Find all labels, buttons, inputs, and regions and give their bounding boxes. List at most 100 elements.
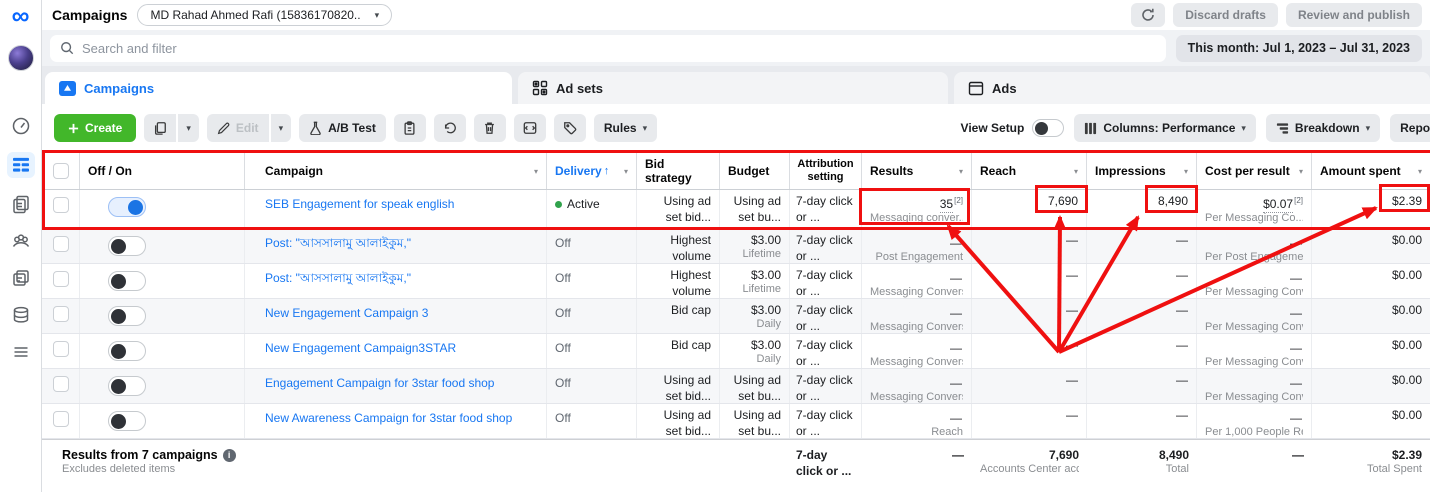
export-import-button[interactable] (514, 114, 546, 142)
reach-cell: — (972, 404, 1087, 438)
menu-icon[interactable] (10, 341, 32, 363)
header-campaign[interactable]: Campaign▾ (245, 153, 547, 189)
rules-button[interactable]: Rules▾ (594, 114, 657, 142)
campaign-toggle[interactable] (108, 341, 146, 361)
delete-button[interactable] (474, 114, 506, 142)
table-row: New Awareness Campaign for 3star food sh… (42, 404, 1430, 439)
breakdown-button[interactable]: Breakdown▾ (1266, 114, 1380, 142)
edit-caret-button[interactable]: ▾ (271, 114, 292, 142)
campaign-link[interactable]: Post: "আসসালামু আলাইকুম," (265, 236, 411, 250)
info-icon[interactable] (223, 449, 236, 462)
edit-button[interactable]: Edit (207, 114, 269, 142)
ads-frame-icon (968, 81, 984, 96)
attribution-cell: 7-day click or ... (790, 229, 862, 263)
header-bid-strategy[interactable]: Bid strategy (637, 153, 720, 189)
attribution-cell: 7-day click or ... (790, 264, 862, 298)
tag-button[interactable] (554, 114, 586, 142)
row-checkbox[interactable] (53, 271, 69, 287)
results-cell: —Messaging Conversa... (862, 334, 972, 368)
campaign-toggle[interactable] (108, 271, 146, 291)
header-attribution[interactable]: Attribution setting (790, 153, 862, 189)
clipboard-button[interactable] (394, 114, 426, 142)
undo-button[interactable] (434, 114, 466, 142)
create-button[interactable]: Create (54, 114, 136, 142)
header-select-all (42, 153, 80, 189)
user-avatar[interactable] (8, 45, 34, 71)
duplicate-caret-button[interactable]: ▾ (178, 114, 199, 142)
header-budget[interactable]: Budget (720, 153, 790, 189)
row-checkbox[interactable] (53, 341, 69, 357)
trash-icon (483, 121, 496, 135)
ad-account-name: MD Rahad Ahmed Rafi (15836170820.. (150, 8, 360, 22)
select-all-checkbox[interactable] (53, 163, 69, 179)
duplicate-button[interactable] (144, 114, 176, 142)
campaigns-table: Off / On Campaign▾ Delivery↑▾ Bid strate… (42, 152, 1430, 492)
campaign-link[interactable]: New Awareness Campaign for 3star food sh… (265, 411, 512, 425)
header-cost-per-result[interactable]: Cost per result▾ (1197, 153, 1312, 189)
campaign-toggle[interactable] (108, 236, 146, 256)
header-amount-spent[interactable]: Amount spent▾ (1312, 153, 1430, 189)
discard-drafts-button[interactable]: Discard drafts (1173, 3, 1278, 27)
billing-icon[interactable] (10, 304, 32, 326)
attribution-cell: 7-day click or ... (790, 334, 862, 368)
header-reach[interactable]: Reach▾ (972, 153, 1087, 189)
row-checkbox[interactable] (53, 236, 69, 252)
tab-ads[interactable]: Ads (954, 72, 1430, 104)
campaign-link[interactable]: Post: "আসসালামু আলাইকুম," (265, 271, 411, 285)
delivery-status: Off (555, 337, 628, 356)
search-input[interactable] (82, 41, 1156, 56)
dropdown-caret-icon: ▾ (643, 123, 648, 134)
reports-button[interactable]: Reports▾ (1390, 114, 1430, 142)
date-range-selector[interactable]: This month: Jul 1, 2023 – Jul 31, 2023 (1176, 35, 1422, 62)
view-setup-toggle[interactable] (1032, 119, 1064, 137)
tab-ad-sets[interactable]: Ad sets (518, 72, 948, 104)
footer-attribution: 7-day click or ... (790, 440, 862, 489)
meta-logo-icon[interactable]: ∞ (12, 1, 30, 31)
ad-account-selector[interactable]: MD Rahad Ahmed Rafi (15836170820.. ▾ (137, 4, 392, 26)
overview-gauge-icon[interactable] (10, 115, 32, 137)
toggle-knob (111, 309, 126, 324)
row-checkbox[interactable] (53, 306, 69, 322)
campaign-toggle[interactable] (108, 197, 146, 217)
cost-per-result-cell: —Per Messaging Conv... (1197, 334, 1312, 368)
campaigns-table-icon[interactable] (7, 152, 35, 178)
impressions-cell: — (1087, 334, 1197, 368)
search-icon (60, 41, 74, 55)
cost-per-result-cell: —Per Messaging Conv... (1197, 299, 1312, 333)
columns-button[interactable]: Columns: Performance▾ (1074, 114, 1256, 142)
header-delivery[interactable]: Delivery↑▾ (547, 153, 637, 189)
campaign-link[interactable]: New Engagement Campaign 3 (265, 306, 428, 320)
campaign-toggle[interactable] (108, 306, 146, 326)
audiences-icon[interactable] (10, 230, 32, 252)
table-row: New Engagement Campaign3STAR Off Bid cap… (42, 334, 1430, 369)
campaign-toggle[interactable] (108, 411, 146, 431)
impressions-cell: — (1087, 229, 1197, 263)
ads-reporting-icon[interactable] (10, 267, 32, 289)
bid-strategy-cell: Highest volume (637, 264, 720, 298)
campaign-link[interactable]: New Engagement Campaign3STAR (265, 341, 456, 355)
tab-campaigns[interactable]: Campaigns (45, 72, 512, 104)
row-checkbox[interactable] (53, 376, 69, 392)
level-tabs: Campaigns Ad sets Ads (42, 66, 1430, 104)
reach-cell: — (972, 299, 1087, 333)
row-checkbox[interactable] (53, 197, 69, 213)
bid-strategy-cell: Bid cap (637, 334, 720, 368)
campaign-toggle[interactable] (108, 376, 146, 396)
results-cell: —Messaging Conversa... (862, 264, 972, 298)
bid-strategy-cell: Using ad set bid... (637, 190, 720, 228)
reach-cell: — (972, 229, 1087, 263)
plus-icon (68, 123, 79, 134)
amount-spent-cell: $0.00 (1312, 229, 1430, 263)
app-sidebar: ∞ (0, 0, 42, 492)
review-and-publish-button[interactable]: Review and publish (1286, 3, 1422, 27)
campaign-link[interactable]: Engagement Campaign for 3star food shop (265, 376, 494, 390)
pages-icon[interactable] (10, 193, 32, 215)
ab-test-button[interactable]: A/B Test (299, 114, 386, 142)
refresh-button[interactable] (1131, 3, 1165, 27)
delivery-status: Off (555, 372, 628, 391)
row-checkbox[interactable] (53, 411, 69, 427)
header-results[interactable]: Results▾ (862, 153, 972, 189)
header-impressions[interactable]: Impressions▾ (1087, 153, 1197, 189)
campaign-link[interactable]: SEB Engagement for speak english (265, 197, 454, 211)
flask-icon (309, 121, 322, 135)
